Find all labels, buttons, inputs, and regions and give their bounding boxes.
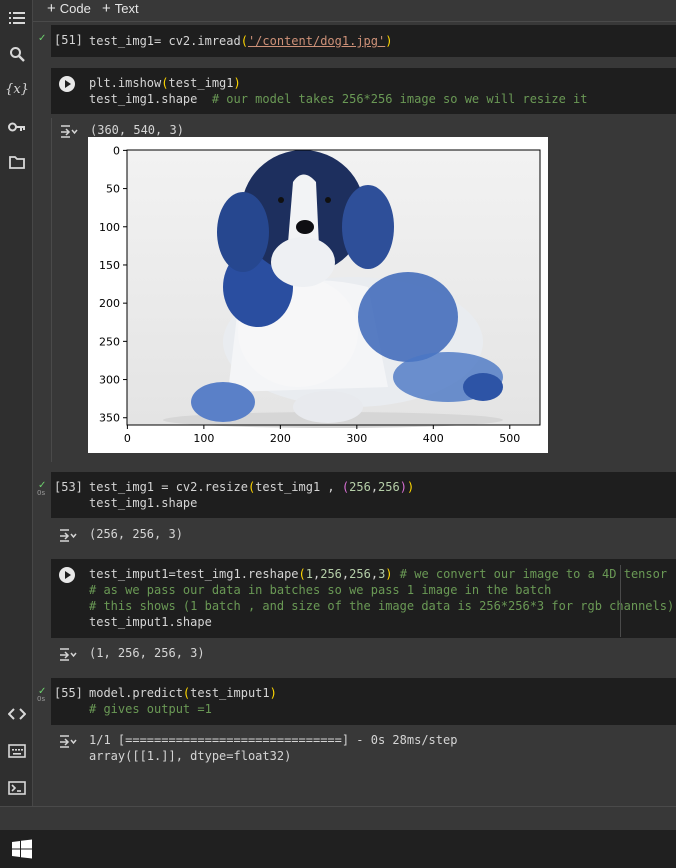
add-code-button[interactable]: + Code xyxy=(47,0,91,17)
output-text: (1, 256, 256, 3) xyxy=(89,646,205,660)
output-text: (360, 540, 3) xyxy=(90,123,184,137)
output-text: 1/1 [==============================] - 0… xyxy=(89,733,458,747)
plus-icon: + xyxy=(102,0,111,17)
code-line[interactable]: plt.imshow(test_img1) xyxy=(89,75,241,91)
output-text: (256, 256, 3) xyxy=(89,527,183,541)
output-toggle-icon[interactable] xyxy=(60,123,78,138)
y-tick-label: 0 xyxy=(113,144,120,157)
y-axis: 0 50 100 150 200 250 300 350 xyxy=(99,144,127,425)
x-tick-label: 200 xyxy=(270,432,291,445)
y-tick-label: 50 xyxy=(106,183,120,196)
code-cell[interactable]: plt.imshow(test_img1) test_img1.shape # … xyxy=(51,68,676,114)
execution-time: 0s xyxy=(37,489,46,497)
cell-execution-count: [55] xyxy=(54,686,83,700)
y-tick-label: 200 xyxy=(99,297,120,310)
status-bar xyxy=(0,806,676,830)
ruler-line xyxy=(620,565,621,637)
notebook-toolbar: + Code + Text xyxy=(33,0,676,22)
windows-start-icon[interactable] xyxy=(12,839,32,859)
output-toggle-icon[interactable] xyxy=(59,527,77,542)
x-tick-label: 300 xyxy=(346,432,367,445)
code-line[interactable]: model.predict(test_imput1) xyxy=(89,685,277,701)
left-rail: {x} xyxy=(0,0,33,806)
code-line[interactable]: test_img1= cv2.imread('/content/dog1.jpg… xyxy=(89,33,392,49)
plot-svg: 0 50 100 150 200 250 300 350 0 100 200 300 400 500 xyxy=(99,144,541,445)
table-of-contents-icon[interactable] xyxy=(6,7,28,29)
add-text-button[interactable]: + Text xyxy=(102,0,139,17)
y-tick-label: 350 xyxy=(99,412,120,425)
search-icon[interactable] xyxy=(6,43,28,65)
code-line[interactable]: # as we pass our data in batches so we p… xyxy=(89,582,551,598)
cell-output: (256, 256, 3) xyxy=(51,522,676,550)
dog-image xyxy=(127,150,540,428)
code-line[interactable]: test_img1.shape # our model takes 256*25… xyxy=(89,91,588,107)
cell-success-check-icon: ✓ xyxy=(38,33,47,44)
code-cell[interactable]: [55] model.predict(test_imput1) # gives … xyxy=(51,678,676,725)
execution-time: 0s xyxy=(37,695,46,703)
x-tick-label: 500 xyxy=(499,432,520,445)
output-toggle-icon[interactable] xyxy=(59,646,77,661)
code-cell[interactable]: [51] test_img1= cv2.imread('/content/dog… xyxy=(51,25,676,57)
imshow-plot: 0 50 100 150 200 250 300 350 0 100 200 300 400 500 xyxy=(88,137,548,453)
y-tick-label: 100 xyxy=(99,221,120,234)
run-cell-button[interactable] xyxy=(59,567,75,583)
plus-icon: + xyxy=(47,0,56,17)
secrets-key-icon[interactable] xyxy=(6,116,28,138)
x-tick-label: 100 xyxy=(193,432,214,445)
run-cell-button[interactable] xyxy=(59,76,75,92)
code-line[interactable]: test_img1 = cv2.resize(test_img1 , (256,… xyxy=(89,479,414,495)
y-tick-label: 150 xyxy=(99,259,120,272)
cell-execution-count: [51] xyxy=(54,33,83,47)
terminal-icon[interactable] xyxy=(6,777,28,799)
code-line[interactable]: # gives output =1 xyxy=(89,701,212,717)
command-palette-icon[interactable] xyxy=(6,740,28,762)
variables-icon[interactable]: {x} xyxy=(5,78,29,100)
code-snippets-icon[interactable] xyxy=(6,703,28,725)
x-tick-label: 0 xyxy=(124,432,131,445)
cell-output: 1/1 [==============================] - 0… xyxy=(51,729,676,769)
output-toggle-icon[interactable] xyxy=(59,733,77,748)
add-code-label: Code xyxy=(59,0,91,16)
code-line[interactable]: test_imput1=test_img1.reshape(1,256,256,… xyxy=(89,566,667,582)
windows-taskbar xyxy=(0,830,676,868)
code-line[interactable]: # this shows (1 batch , and size of the … xyxy=(89,598,674,614)
output-text: array([[1.]], dtype=float32) xyxy=(89,749,292,763)
y-tick-label: 250 xyxy=(99,335,120,348)
cell-output: (1, 256, 256, 3) xyxy=(51,642,676,670)
code-cell[interactable]: [53] test_img1 = cv2.resize(test_img1 , … xyxy=(51,472,676,518)
x-axis: 0 100 200 300 400 500 xyxy=(124,425,520,445)
y-tick-label: 300 xyxy=(99,374,120,387)
code-cell[interactable]: test_imput1=test_img1.reshape(1,256,256,… xyxy=(51,559,676,638)
files-folder-icon[interactable] xyxy=(6,151,28,173)
x-tick-label: 400 xyxy=(423,432,444,445)
add-text-label: Text xyxy=(114,0,139,16)
code-line[interactable]: test_imput1.shape xyxy=(89,614,212,630)
cell-execution-count: [53] xyxy=(54,480,83,494)
code-line[interactable]: test_img1.shape xyxy=(89,495,197,511)
